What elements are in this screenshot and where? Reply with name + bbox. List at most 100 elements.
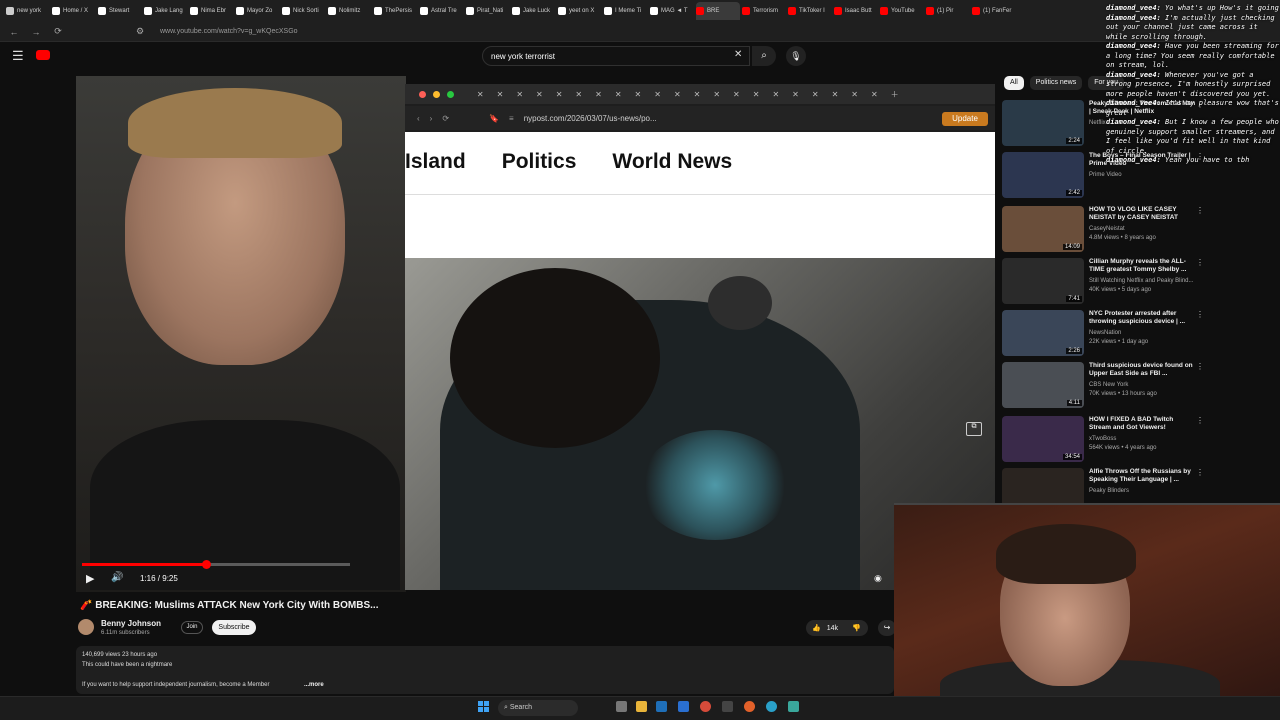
browser-tab[interactable]: Astral Tre (420, 2, 464, 20)
play-icon[interactable]: ▶ (86, 572, 94, 585)
video-thumbnail[interactable]: 7:41 (1002, 258, 1084, 304)
browser-tab[interactable]: I Meme Ti (604, 2, 648, 20)
video-thumbnail[interactable]: 34:54 (1002, 416, 1084, 462)
windows-start-icon[interactable] (478, 701, 489, 712)
rec-title[interactable]: HOW TO VLOG LIKE CASEY NEISTAT by CASEY … (1089, 206, 1197, 222)
browser-tab[interactable]: Nolimitz (328, 2, 372, 20)
recommended-video[interactable]: 2:26 NYC Protester arrested after throwin… (1002, 310, 1280, 358)
browser-tab[interactable]: (1) Pir (926, 2, 970, 20)
video-thumbnail[interactable]: 2:26 (1002, 310, 1084, 356)
browser-tab[interactable]: ThePersis (374, 2, 418, 20)
channel-name[interactable]: Benny Johnson (101, 619, 161, 628)
more-options-icon[interactable]: ⋮ (1196, 258, 1204, 267)
more-options-icon[interactable]: ⋮ (1196, 468, 1204, 477)
rec-title[interactable]: HOW I FIXED A BAD Twitch Stream and Got … (1089, 416, 1197, 432)
lr-app-icon[interactable] (656, 701, 667, 712)
recommended-video[interactable]: 4:11 Third suspicious device found on Upp… (1002, 362, 1280, 410)
pip-icon[interactable]: ⧉ (966, 422, 982, 436)
tab-favicon-icon (236, 7, 244, 15)
view-count: 140,699 views 23 hours ago (82, 652, 158, 658)
join-button[interactable]: Join (181, 621, 203, 634)
clear-icon[interactable]: ✕ (734, 49, 742, 60)
photo-canister (708, 276, 772, 330)
browser-tab[interactable]: YouTube (880, 2, 924, 20)
browser-tab[interactable]: Home / X (52, 2, 96, 20)
scrubber-handle[interactable] (202, 560, 211, 569)
app-icon[interactable] (722, 701, 733, 712)
forward-icon: › (429, 113, 433, 123)
recommended-video[interactable]: 34:54 HOW I FIXED A BAD Twitch Stream and… (1002, 416, 1280, 464)
chat-message: diamond_vee4: Whenever you've got a stro… (1106, 71, 1280, 100)
browser-tab[interactable]: Pirat_Nati (466, 2, 510, 20)
browser-tab[interactable]: Nima Ebr (190, 2, 234, 20)
chip-all[interactable]: All (1004, 76, 1024, 90)
rec-title[interactable]: Cillian Murphy reveals the ALL-TIME grea… (1089, 258, 1197, 274)
browser-tab[interactable]: Mayor Zo (236, 2, 280, 20)
browser-tab[interactable]: MAG ◄ T (650, 2, 694, 20)
avatar[interactable] (78, 619, 94, 635)
search-button[interactable]: ⌕ (752, 46, 776, 66)
file-explorer-icon[interactable] (636, 701, 647, 712)
browser-tab[interactable]: new york (6, 2, 50, 20)
more-options-icon[interactable]: ⋮ (1196, 416, 1204, 425)
chip-politics-news[interactable]: Politics news (1029, 76, 1083, 90)
tab-favicon-icon (604, 7, 612, 15)
address-bar: ← → ⟳ ⚙ www.youtube.com/watch?v=g_wKQecX… (0, 22, 1280, 42)
video-thumbnail[interactable]: 14:09 (1002, 206, 1084, 252)
back-icon[interactable]: ← (8, 27, 20, 37)
browser-tab[interactable]: Jake Luck (512, 2, 556, 20)
browser-tab[interactable]: Isaac Butt (834, 2, 878, 20)
rec-channel: Prime Video (1089, 172, 1122, 178)
video-thumbnail[interactable]: 4:11 (1002, 362, 1084, 408)
notes-icon[interactable] (788, 701, 799, 712)
browser-tab[interactable]: yeet on X (558, 2, 602, 20)
rec-title[interactable]: Alfie Throws Off the Russians by Speakin… (1089, 468, 1197, 484)
edge-icon[interactable] (766, 701, 777, 712)
like-icon[interactable]: 👍 (812, 624, 821, 632)
dislike-icon[interactable]: 👎 (852, 624, 861, 632)
browser-tab[interactable]: Terrorism (742, 2, 786, 20)
nav-politics: Politics (501, 150, 577, 173)
browser-tab[interactable]: Jake Lang (144, 2, 188, 20)
video-thumbnail[interactable]: 2:24 (1002, 100, 1084, 146)
browser-tab[interactable]: TikToker I (788, 2, 832, 20)
rec-title[interactable]: NYC Protester arrested after throwing su… (1089, 310, 1197, 326)
more-link[interactable]: ...more (304, 682, 324, 688)
forward-icon[interactable]: → (30, 27, 42, 37)
tab-favicon-icon (466, 7, 474, 15)
tab-label: Home / X (63, 8, 89, 14)
recommended-video[interactable]: 14:09 HOW TO VLOG LIKE CASEY NEISTAT by C… (1002, 206, 1280, 254)
duration-badge: 2:42 (1066, 190, 1082, 196)
recommended-video[interactable]: 7:41 Cillian Murphy reveals the ALL-TIME … (1002, 258, 1280, 306)
browser-tab[interactable]: Nick Sorti (282, 2, 326, 20)
rec-title[interactable]: Third suspicious device found on Upper E… (1089, 362, 1197, 378)
more-options-icon[interactable]: ⋮ (1196, 362, 1204, 371)
menu-icon[interactable]: ☰ (12, 48, 24, 64)
url-field[interactable]: www.youtube.com/watch?v=g_wKQecXSGo (160, 28, 298, 35)
chrome-icon[interactable] (700, 701, 711, 712)
mic-icon[interactable]: 🎙 (786, 46, 806, 66)
taskbar-search[interactable]: ⌕ Search (498, 700, 578, 716)
store-icon[interactable] (678, 701, 689, 712)
browser-tab[interactable]: (1) FanFer (972, 2, 1016, 20)
subscriber-count: 6.11m subscribers (101, 630, 150, 636)
tab-label: Mayor Zo (247, 8, 273, 14)
firefox-icon[interactable] (744, 701, 755, 712)
chat-user: diamond_vee4: (1106, 156, 1161, 164)
browser-tab[interactable]: BRE (696, 2, 740, 20)
search-input[interactable]: new york terrorrist (482, 46, 750, 66)
tune-icon[interactable]: ⚙ (134, 26, 146, 37)
like-dislike-bar[interactable]: 👍 14k 👎 (806, 620, 868, 636)
youtube-logo[interactable] (36, 50, 50, 60)
volume-icon[interactable]: 🔊 (111, 572, 123, 583)
subscribe-button[interactable]: Subscribe (212, 620, 256, 635)
more-options-icon[interactable]: ⋮ (1196, 206, 1204, 215)
rec-meta: 40K views • 5 days ago (1089, 287, 1152, 293)
reload-icon[interactable]: ⟳ (52, 26, 64, 37)
more-options-icon[interactable]: ⋮ (1196, 310, 1204, 319)
task-view-icon[interactable] (616, 701, 627, 712)
browser-tab[interactable]: Stewart (98, 2, 142, 20)
photo-hair (450, 268, 660, 448)
video-thumbnail[interactable]: 2:42 (1002, 152, 1084, 198)
settings-toggle-icon[interactable]: ◉ (874, 573, 882, 584)
